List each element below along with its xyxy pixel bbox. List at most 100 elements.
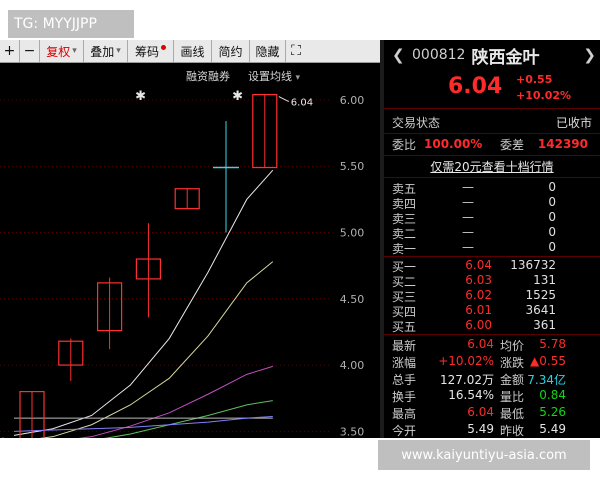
y-tick-label: 4.00 — [340, 359, 365, 372]
notification-dot-icon — [161, 44, 166, 50]
y-tick-label: 4.50 — [340, 293, 365, 306]
divider — [384, 177, 600, 178]
sell-volume: 0 — [548, 210, 556, 224]
stat-label: 总手 — [392, 373, 417, 387]
buy-price: 6.01 — [465, 303, 492, 317]
buy-level-label: 买五 — [392, 320, 417, 334]
y-tick-label: 5.00 — [340, 226, 365, 239]
overlay-label: 叠加 — [90, 44, 115, 59]
high-annotation-arrow — [278, 96, 290, 103]
event-marker-icon: ✱ — [232, 89, 243, 104]
next-stock-icon[interactable]: ❯ — [583, 46, 596, 64]
stat-value: 5.49 — [467, 422, 494, 436]
stats-row: 最高 6.04 最低 5.26 — [384, 405, 600, 422]
stat-value: ▲0.55 — [530, 354, 566, 368]
buy-volume: 136732 — [510, 258, 556, 272]
stat-label: 量比 — [500, 390, 525, 404]
stat-label: 金额 — [500, 373, 525, 387]
high-annotation-label: 6.04 — [291, 98, 313, 109]
stock-code: 000812 — [412, 47, 466, 63]
stat-label: 最新 — [392, 339, 417, 353]
sell-row: 卖四 —0 — [384, 195, 600, 211]
sell-volume: 0 — [548, 180, 556, 194]
overlay-dropdown[interactable]: 叠加 — [84, 40, 128, 62]
buy-order-book: 买一 6.04 136732 买二 6.03 131 买三 6.02 1525 买四 6.01 364… — [384, 258, 600, 334]
divider — [384, 108, 600, 109]
buy-price: 6.00 — [465, 318, 492, 332]
chips-button[interactable]: 筹码 — [128, 40, 174, 62]
stat-label: 换手 — [392, 390, 417, 404]
watermark-bottom-right: www.kaiyuntiyu-asia.com — [378, 440, 590, 470]
stat-value: 127.02万 — [440, 373, 494, 387]
stat-label: 今开 — [392, 424, 417, 438]
sell-price: — — [462, 225, 474, 239]
last-price: 6.04 — [448, 74, 503, 99]
buy-volume: 1525 — [525, 288, 556, 302]
sell-row: 卖二 —0 — [384, 225, 600, 241]
set-ma-label: 设置均线 — [248, 70, 292, 83]
fullscreen-icon[interactable]: ⛶ — [286, 40, 306, 62]
stats-row: 今开 5.49 昨收 5.49 — [384, 422, 600, 438]
ma-line — [39, 261, 274, 438]
status-label: 交易状态 — [392, 115, 441, 130]
quote-panel: ❮ 000812 陕西金叶 ❯ 6.04 +0.55 +10.02% 交易状态 … — [384, 40, 600, 438]
simple-mode-button[interactable]: 简约 — [212, 40, 250, 62]
stat-label: 最高 — [392, 407, 417, 421]
divider — [384, 334, 600, 335]
sell-price: — — [462, 180, 474, 194]
sell-row: 卖三 —0 — [384, 210, 600, 226]
buy-volume: 361 — [533, 318, 556, 332]
zoom-in-button[interactable]: + — [0, 40, 20, 62]
stat-value: 6.04 — [467, 405, 494, 419]
y-tick-label: 6.00 — [340, 94, 365, 107]
price-change: +0.55 — [516, 73, 553, 86]
status-row: 交易状态 已收市 — [384, 112, 600, 132]
weibi-label: 委比 — [392, 137, 417, 152]
stats-table: 最新 6.04 均价 5.78 涨幅 +10.02% 涨跌 ▲0.55 总手 127.02万 金额 7… — [384, 337, 600, 438]
sell-volume: 0 — [548, 225, 556, 239]
stat-value: 5.26 — [539, 405, 566, 419]
ma-line — [78, 365, 273, 438]
stat-value: 5.49 — [539, 422, 566, 436]
promo-row[interactable]: 仅需20元查看十档行情 — [384, 156, 600, 176]
buy-row: 买三 6.02 1525 — [384, 288, 600, 304]
buy-row: 买五 6.00 361 — [384, 318, 600, 334]
y-tick-label: 5.50 — [340, 160, 365, 173]
set-ma-link[interactable]: 设置均线 ▾ — [248, 68, 300, 84]
price-change-box: +0.55 +10.02% — [516, 72, 571, 104]
chart-sublinks: 融资融券 设置均线 ▾ — [186, 68, 300, 84]
zoom-out-button[interactable]: − — [20, 40, 40, 62]
chart-toolbar: + − 复权 叠加 筹码 画线 简约 隐藏 ⛶ — [0, 40, 380, 63]
sell-level-label: 卖一 — [392, 242, 417, 256]
hide-button[interactable]: 隐藏 — [250, 40, 286, 62]
buy-row: 买二 6.03 131 — [384, 273, 600, 289]
stat-label: 均价 — [500, 339, 525, 353]
margin-trading-link[interactable]: 融资融券 — [186, 68, 230, 84]
buy-price: 6.02 — [465, 288, 492, 302]
stock-header: ❮ 000812 陕西金叶 ❯ — [384, 40, 600, 70]
divider — [384, 256, 600, 257]
buy-row: 买一 6.04 136732 — [384, 258, 600, 274]
weicha-label: 委差 — [500, 137, 525, 152]
candlestick-chart[interactable]: 6.00 5.50 5.00 4.50 4.00 3.50 6.04 ✱ ✱ — [0, 62, 380, 438]
sell-volume: 0 — [548, 195, 556, 209]
fuquan-dropdown[interactable]: 复权 — [40, 40, 84, 62]
prev-stock-icon[interactable]: ❮ — [392, 46, 405, 64]
stat-value: +10.02% — [438, 354, 494, 368]
weibi-row: 委比 100.00% 委差 142390 — [384, 134, 600, 154]
sell-row: 卖一 — 0 — [384, 240, 600, 256]
event-marker-icon: ✱ — [135, 89, 146, 104]
stat-value: 5.78 — [539, 337, 566, 351]
buy-volume: 3641 — [525, 303, 556, 317]
stat-value: 7.34亿 — [527, 373, 566, 387]
buy-row: 买四 6.01 3641 — [384, 303, 600, 319]
stat-value: 16.54% — [448, 388, 494, 402]
stat-label: 涨跌 — [500, 356, 525, 370]
promo-link[interactable]: 仅需20元查看十档行情 — [430, 158, 553, 175]
stat-value: 6.04 — [467, 337, 494, 351]
buy-volume: 131 — [533, 273, 556, 287]
status-value: 已收市 — [555, 115, 592, 130]
stats-row: 最新 6.04 均价 5.78 — [384, 337, 600, 354]
draw-line-button[interactable]: 画线 — [174, 40, 212, 62]
weibi-value: 100.00% — [424, 137, 483, 151]
